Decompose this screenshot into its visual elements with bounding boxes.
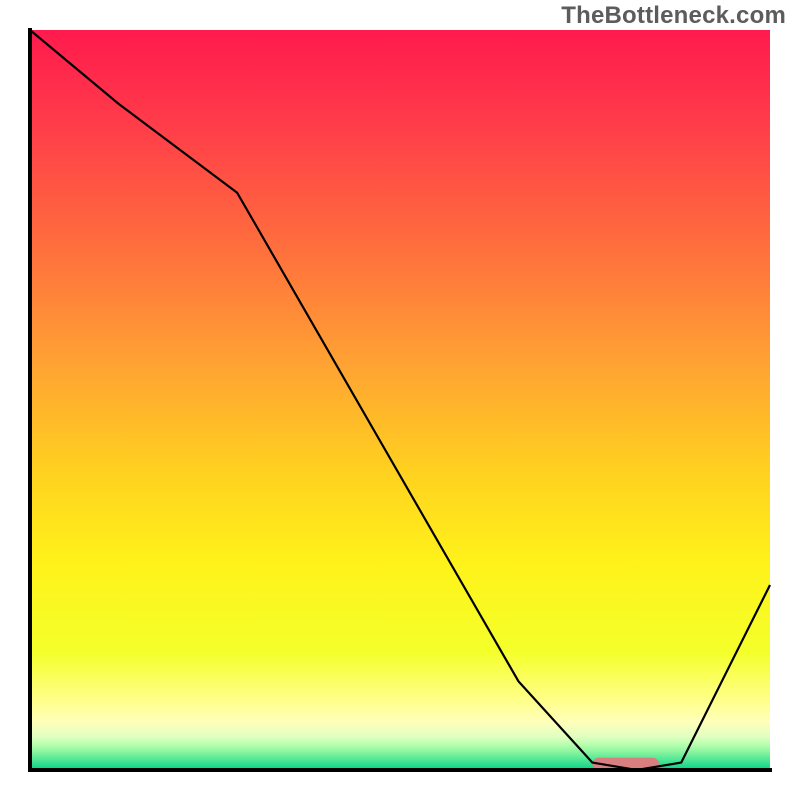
watermark-text: TheBottleneck.com	[561, 2, 786, 30]
chart-svg	[0, 0, 800, 800]
plot-background	[30, 30, 770, 770]
bottleneck-chart: TheBottleneck.com	[0, 0, 800, 800]
